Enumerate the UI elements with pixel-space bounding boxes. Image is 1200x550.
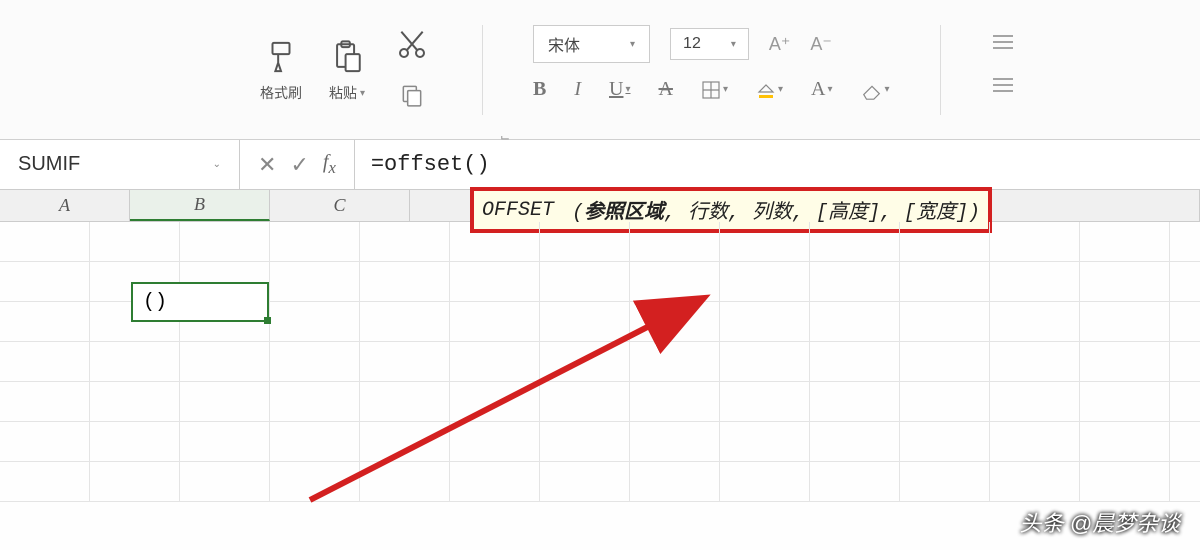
font-size-select[interactable]: 12 ▾ <box>670 28 749 60</box>
tooltip-function-name: OFFSET <box>476 197 560 224</box>
separator <box>940 25 941 115</box>
format-brush-label: 格式刷 <box>260 83 302 103</box>
name-box-value: SUMIF <box>18 153 80 176</box>
clipboard-group: 格式刷 粘贴▾ <box>260 25 432 115</box>
chevron-down-icon: ▾ <box>731 39 736 50</box>
paste-button[interactable]: 粘贴▾ <box>327 37 367 103</box>
font-group: 宋体 ▾ 12 ▾ A⁺ A⁻ B I U ▾ A ▾ ▾ A <box>533 25 890 101</box>
chevron-down-icon: ⌄ <box>213 159 221 170</box>
name-box[interactable]: SUMIF ⌄ <box>0 140 240 189</box>
increase-font-icon[interactable]: A⁺ <box>769 34 791 55</box>
font-name-select[interactable]: 宋体 ▾ <box>533 25 650 63</box>
cut-button[interactable] <box>392 25 432 115</box>
column-header-a[interactable]: A <box>0 190 130 221</box>
strikethrough-button[interactable]: A <box>659 78 673 101</box>
column-header-c[interactable]: C <box>270 190 410 221</box>
border-button[interactable]: ▾ <box>701 80 728 100</box>
underline-button[interactable]: U ▾ <box>609 78 630 101</box>
fx-icon[interactable]: fx <box>323 151 336 178</box>
cancel-icon[interactable]: ✕ <box>258 152 276 178</box>
column-header-b[interactable]: B <box>130 190 270 221</box>
fill-color-button[interactable]: ▾ <box>756 80 783 100</box>
italic-button[interactable]: I <box>574 78 581 101</box>
copy-icon[interactable] <box>392 75 432 115</box>
accept-icon[interactable]: ✓ <box>290 152 308 178</box>
expand-icon[interactable]: ⌙ <box>500 130 510 144</box>
format-brush-icon <box>261 37 301 77</box>
column-header-rest: OFFSET (参照区域, 行数, 列数, [高度], [宽度]) <box>410 190 1200 221</box>
separator <box>482 25 483 115</box>
active-cell-value: () <box>143 291 167 314</box>
watermark-text: 头条 @晨梦杂谈 <box>1020 506 1180 538</box>
formula-bar: SUMIF ⌄ ✕ ✓ fx =offset() <box>0 140 1200 190</box>
font-name-value: 宋体 <box>548 32 580 56</box>
scissors-icon <box>392 25 432 65</box>
formula-buttons: ✕ ✓ fx <box>240 140 355 189</box>
active-cell[interactable]: () <box>131 282 269 322</box>
fill-handle[interactable] <box>264 317 271 324</box>
align-icon[interactable] <box>991 76 1015 99</box>
font-size-value: 12 <box>683 35 701 53</box>
watermark: 头条 @晨梦杂谈 <box>1020 506 1180 538</box>
chevron-down-icon: ▾ <box>360 88 365 99</box>
column-headers: A B C OFFSET (参照区域, 行数, 列数, [高度], [宽度]) <box>0 190 1200 222</box>
chevron-down-icon: ▾ <box>630 39 635 50</box>
font-color-button[interactable]: A ▾ <box>811 78 832 101</box>
decrease-font-icon[interactable]: A⁻ <box>810 34 832 55</box>
ribbon-toolbar: 格式刷 粘贴▾ <box>0 0 1200 140</box>
spreadsheet-grid[interactable]: () <box>0 222 1200 502</box>
paste-icon <box>327 37 367 77</box>
align-icon[interactable] <box>991 33 1015 56</box>
eraser-button[interactable]: ▾ <box>861 80 890 100</box>
formula-input[interactable]: =offset() <box>355 152 1200 177</box>
paste-label: 粘贴▾ <box>329 83 365 103</box>
format-brush-button[interactable]: 格式刷 <box>260 37 302 103</box>
bold-button[interactable]: B <box>533 78 546 101</box>
